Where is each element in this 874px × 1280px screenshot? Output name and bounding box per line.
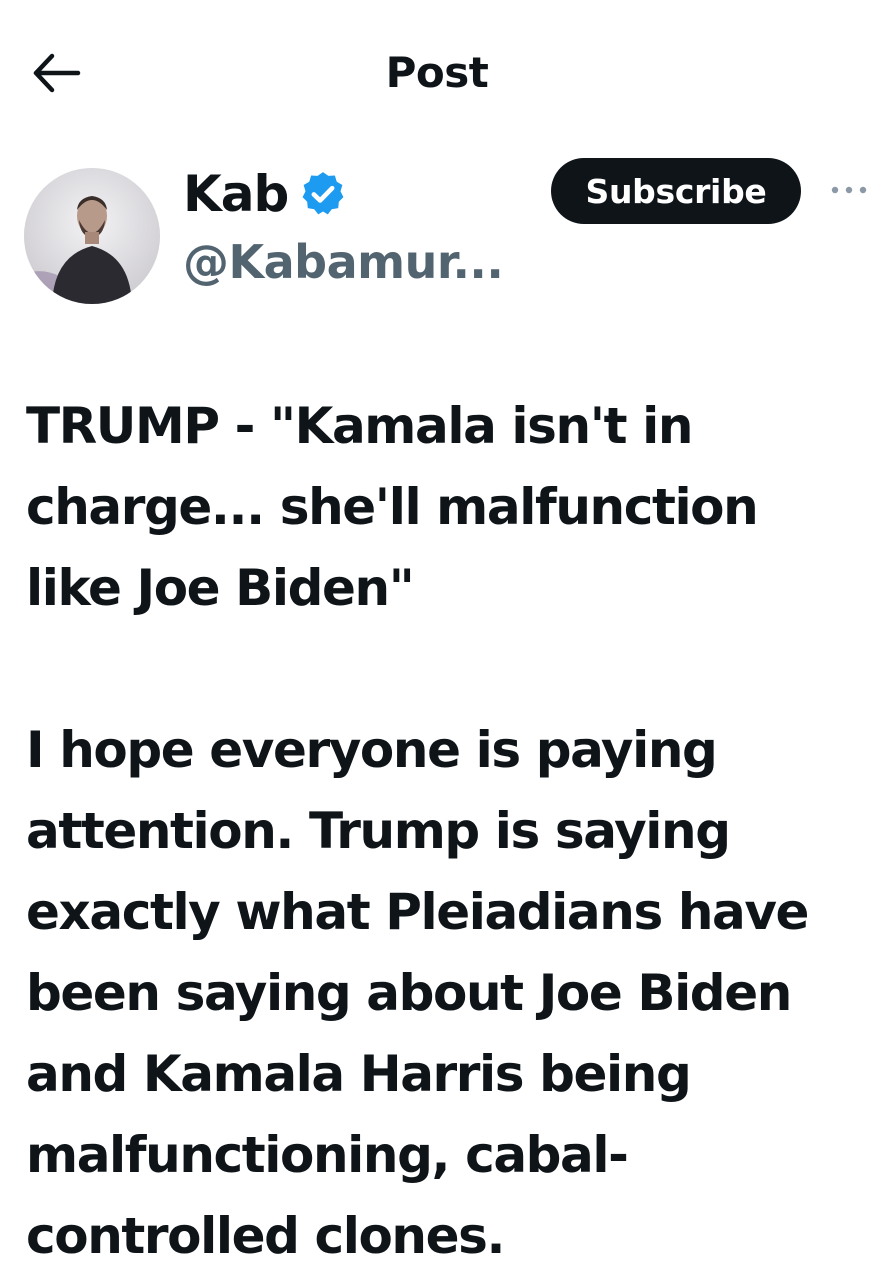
more-horizontal-icon — [831, 186, 867, 194]
subscribe-button[interactable]: Subscribe — [551, 158, 801, 224]
display-name[interactable]: Kab — [183, 164, 289, 224]
verified-badge-icon — [298, 169, 348, 219]
avatar[interactable] — [24, 168, 160, 304]
post-text: TRUMP - "Kamala isn't in charge... she'l… — [26, 397, 809, 1265]
avatar-photo — [24, 168, 160, 304]
display-name-row: Kab — [183, 162, 348, 226]
top-bar: Post — [0, 0, 874, 140]
more-options-button[interactable] — [826, 170, 872, 210]
user-handle[interactable]: @Kabamur... — [183, 232, 504, 292]
page-title: Post — [385, 48, 489, 97]
